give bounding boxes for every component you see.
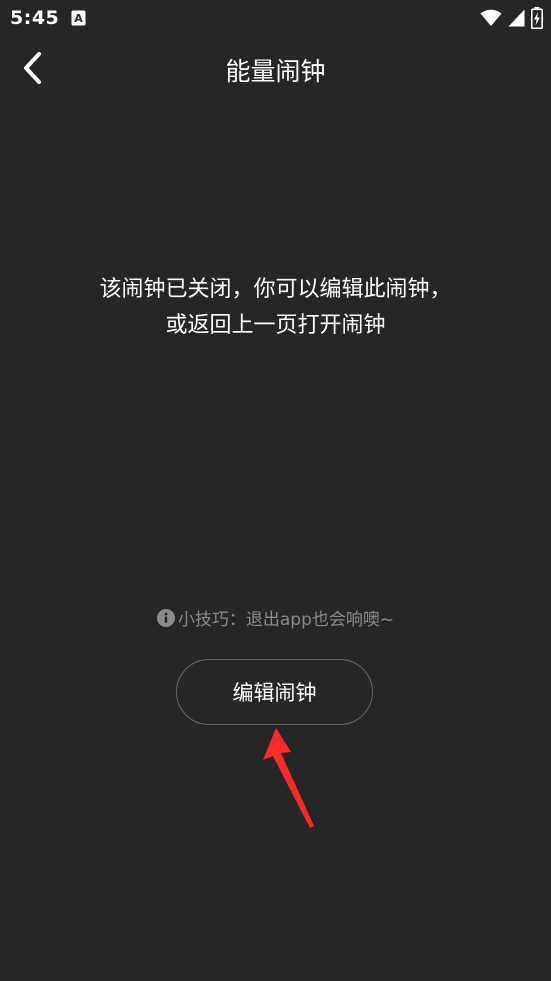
signal-icon <box>508 9 525 27</box>
battery-icon <box>531 7 543 29</box>
status-time: 5:45 <box>10 7 60 29</box>
info-icon <box>156 608 175 627</box>
annotation-arrow-icon <box>263 728 314 828</box>
status-icons <box>480 7 543 29</box>
tip-line: 小技巧：退出app也会响噢~ <box>0 605 551 630</box>
edit-alarm-button-label: 编辑闹钟 <box>232 681 317 705</box>
tip-text: 小技巧：退出app也会响噢~ <box>177 610 395 630</box>
nav-bar: 能量闹钟 <box>0 36 551 100</box>
svg-text:A: A <box>74 12 83 25</box>
alarm-closed-message: 该闹钟已关闭，你可以编辑此闹钟，或返回上一页打开闹钟 <box>99 277 452 338</box>
page-title: 能量闹钟 <box>225 57 326 86</box>
font-a-icon: A <box>71 10 86 26</box>
wifi-icon <box>480 9 502 26</box>
status-bar: 5:45 A <box>0 0 551 36</box>
edit-alarm-button[interactable]: 编辑闹钟 <box>176 659 373 725</box>
